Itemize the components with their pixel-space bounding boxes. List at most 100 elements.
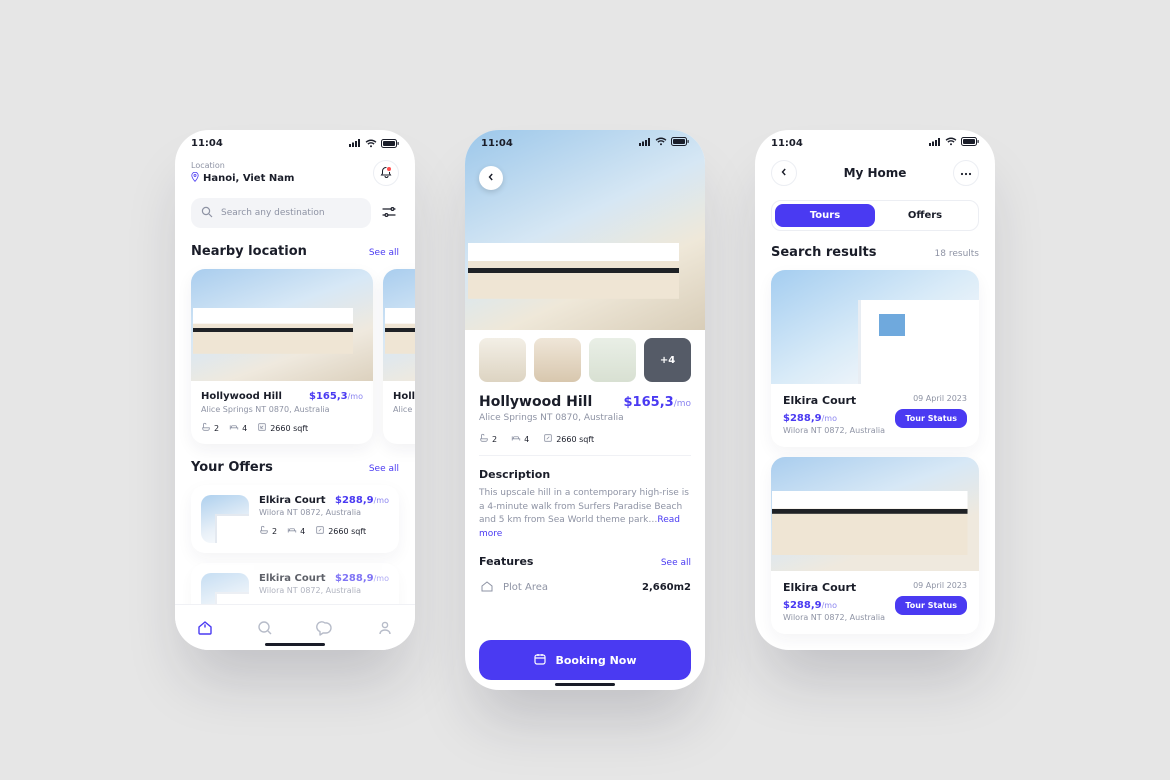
home-indicator [265,643,325,646]
signal-icon [929,138,941,149]
pin-icon [191,172,199,185]
more-icon [960,168,972,179]
features-see-all[interactable]: See all [661,558,691,568]
property-address: Alice Springs NT 0870, Australia [201,405,363,414]
location-value: Hanoi, Viet Nam [203,173,294,184]
description-heading: Description [479,468,691,481]
status-time: 11:04 [771,138,803,149]
tour-status-button[interactable]: Tour Status [895,596,967,615]
more-button[interactable] [953,160,979,186]
seg-tours[interactable]: Tours [775,204,875,227]
offer-title: Elkira Court [259,573,326,584]
area-icon [257,422,267,434]
tour-status-button[interactable]: Tour Status [895,409,967,428]
offers-title: Your Offers [191,460,273,475]
gallery: +4 [465,330,705,390]
feature-label: Plot Area [503,582,548,593]
bed-icon [287,525,297,537]
bed-icon [229,422,239,434]
result-date: 09 April 2023 [895,394,967,403]
result-card[interactable]: Elkira Court $288,9/mo Wilora NT 0872, A… [771,457,979,634]
location-label: Location [191,161,294,170]
battery-icon [671,137,689,149]
wifi-icon [945,137,957,149]
search-icon [201,206,213,221]
result-address: Wilora NT 0872, Australia [783,426,885,435]
signal-icon [349,139,361,147]
back-button[interactable] [771,160,797,186]
status-bar: 11:04 [465,130,705,156]
status-bar: 11:04 [755,130,995,156]
gallery-thumb[interactable] [534,338,581,382]
offers-see-all[interactable]: See all [369,464,399,474]
nav-home[interactable] [194,617,216,639]
nearby-title: Nearby location [191,244,307,259]
result-price: $288,9/mo [783,600,885,611]
offer-address: Wilora NT 0872, Australia [259,508,389,517]
features-heading: Features [479,555,533,568]
battery-icon [961,137,979,149]
detail-price: $165,3/mo [624,395,691,410]
search-input[interactable]: Search any destination [191,198,371,228]
gallery-thumb[interactable] [479,338,526,382]
back-button[interactable] [479,166,503,190]
results-title: Search results [771,245,876,260]
nav-chat[interactable] [314,617,336,639]
property-price: $165,3/mo [309,391,363,402]
property-title: Hollywood Hill [393,391,415,402]
detail-address: Alice Springs NT 0870, Australia [479,413,691,423]
detail-specs: 2 4 2660 sqft [479,433,691,456]
gallery-thumb[interactable] [589,338,636,382]
phone-myhome: 11:04 My Home Tours Offers Search result… [755,130,995,650]
offer-price: $288,9/mo [335,495,389,506]
booking-button[interactable]: Booking Now [479,640,691,680]
offer-card[interactable]: Elkira Court $288,9/mo Wilora NT 0872, A… [191,485,399,553]
home-indicator [555,683,615,686]
result-image [771,457,979,571]
hero-image [465,130,705,330]
status-icons [929,137,979,149]
nearby-see-all[interactable]: See all [369,248,399,258]
phone-home: 11:04 Location Hanoi, Viet Nam [175,130,415,650]
chevron-left-icon [486,172,496,185]
calendar-icon [533,652,547,669]
result-address: Wilora NT 0872, Australia [783,613,885,622]
status-icons [639,137,689,149]
nearby-list[interactable]: Hollywood Hill $165,3/mo Alice Springs N… [191,269,399,444]
offer-price: $288,9/mo [335,573,389,584]
seg-offers[interactable]: Offers [875,204,975,227]
status-icons [349,139,399,148]
notifications-button[interactable] [373,160,399,186]
area-icon [543,433,553,445]
offer-address: Wilora NT 0872, Australia [259,586,389,595]
bed-icon [511,433,521,445]
result-image [771,270,979,384]
property-address: Alice Springs NT 0870, Australia [393,405,415,414]
status-time: 11:04 [481,138,513,149]
result-title: Elkira Court [783,581,885,594]
spec-row: 2 4 2660 sqft [201,422,363,434]
nav-search[interactable] [254,617,276,639]
result-title: Elkira Court [783,394,885,407]
result-date: 09 April 2023 [895,581,967,590]
property-card[interactable]: Hollywood Hill $165,3/mo Alice Springs N… [191,269,373,444]
bath-icon [479,433,489,445]
description-text: This upscale hill in a contemporary high… [479,487,691,541]
screen-title: My Home [844,166,907,180]
signal-icon [639,138,651,149]
nav-profile[interactable] [374,617,396,639]
design-canvas: 11:04 Location Hanoi, Viet Nam [0,0,1170,780]
status-time: 11:04 [191,138,223,149]
gallery-more[interactable]: +4 [644,338,691,382]
sliders-icon [382,206,396,221]
bottom-nav [175,604,415,650]
property-card[interactable]: Hollywood Hill Alice Springs NT 0870, Au… [383,269,415,444]
feature-value: 2,660m2 [642,582,691,593]
area-icon [315,525,325,537]
property-image [383,269,415,381]
status-bar: 11:04 [175,130,415,156]
result-card[interactable]: Elkira Court $288,9/mo Wilora NT 0872, A… [771,270,979,447]
location-block[interactable]: Location Hanoi, Viet Nam [191,161,294,185]
wifi-icon [655,137,667,149]
filter-button[interactable] [379,203,399,223]
